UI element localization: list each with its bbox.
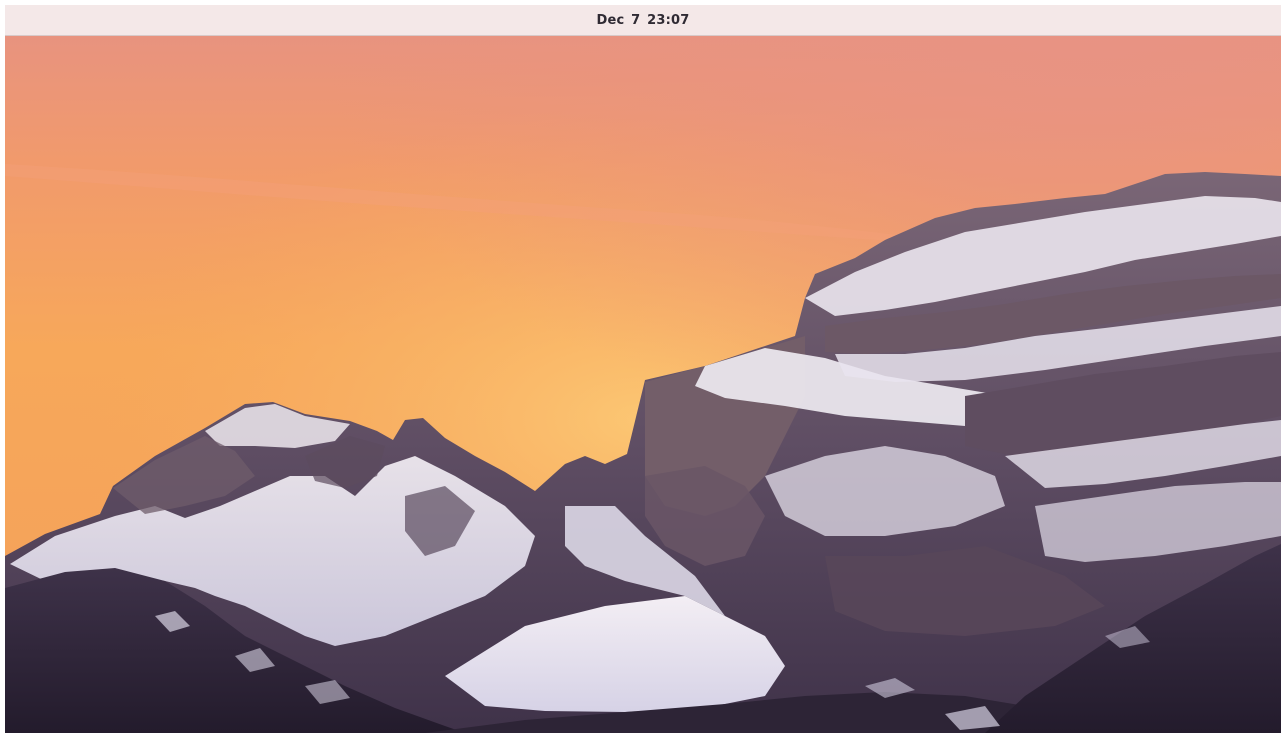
- wallpaper-image: [5, 36, 1281, 733]
- desktop-wallpaper[interactable]: [5, 36, 1281, 733]
- desktop-screen: Dec 7 23:07: [5, 5, 1281, 733]
- top-bar: Dec 7 23:07: [5, 5, 1281, 36]
- clock[interactable]: Dec 7 23:07: [597, 13, 690, 28]
